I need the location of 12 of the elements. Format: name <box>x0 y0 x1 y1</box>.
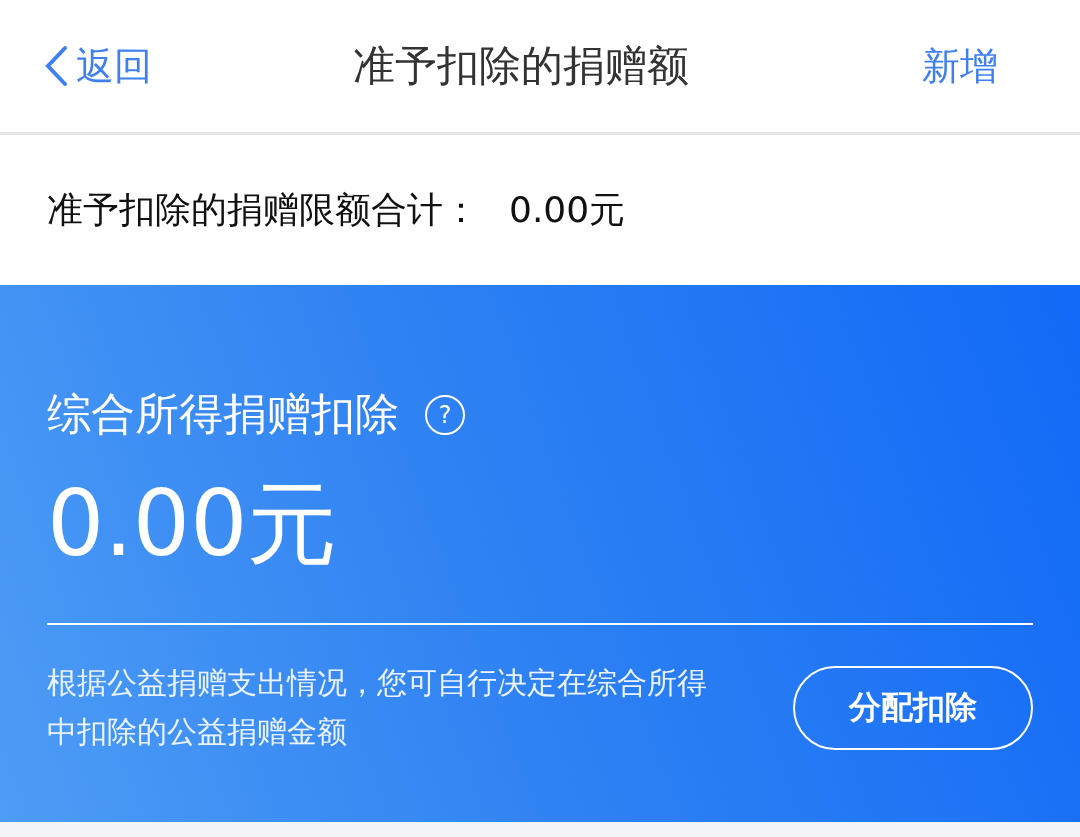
summary-value: 0.00元 <box>509 187 626 232</box>
add-link[interactable]: 新增 <box>922 40 998 92</box>
summary-label: 准予扣除的捐赠限额合计： <box>47 187 479 232</box>
card-title: 综合所得捐赠扣除 <box>47 387 399 441</box>
card-description: 根据公益捐赠支出情况，您可自行决定在综合所得中扣除的公益捐赠金额 <box>47 664 708 751</box>
allocate-button[interactable]: 分配扣除 <box>793 665 1033 750</box>
deduction-amount: 0.00元 <box>47 474 339 573</box>
back-button[interactable]: 返回 <box>44 40 152 92</box>
back-label[interactable]: 返回 <box>76 40 152 92</box>
chevron-left-icon <box>44 45 68 87</box>
page-title: 准予扣除的捐赠额 <box>353 40 689 92</box>
help-icon[interactable]: ? <box>425 394 465 435</box>
